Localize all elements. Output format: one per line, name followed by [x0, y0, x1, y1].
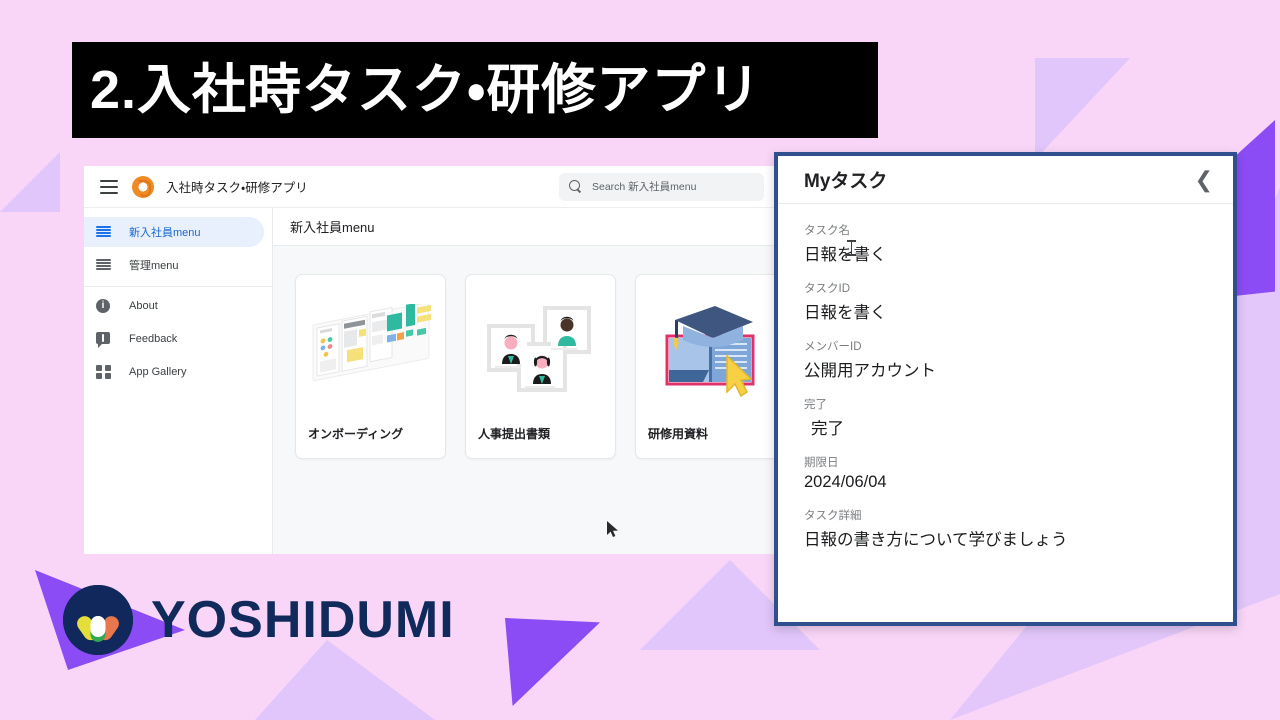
task-field-member-id: メンバーID 公開用アカウント — [804, 338, 1207, 381]
app-logo-icon — [132, 175, 154, 198]
sidebar: 新入社員menu 管理menu i About Feedback App Gal… — [84, 208, 273, 554]
field-value[interactable]: 日報の書き方について学びましょう — [804, 526, 1207, 550]
background-triangle-purple-2 — [505, 618, 600, 706]
slide-title: 2.入社時タスク・研修アプリ — [90, 60, 762, 120]
list-lines-icon — [96, 225, 111, 240]
my-task-panel: Myタスク ❮ タスク名 日報を書く タスクID 日報を書く メンバーID 公開… — [774, 152, 1237, 626]
sidebar-item-label: 新入社員menu — [129, 227, 201, 239]
brand-logo: YOSHIDUMI — [63, 585, 455, 655]
field-value[interactable]: 2024/06/04 — [804, 473, 1207, 492]
field-value[interactable]: 完了 — [804, 415, 1207, 439]
sidebar-item-kanri-menu[interactable]: 管理menu — [84, 250, 264, 280]
info-icon: i — [96, 298, 111, 314]
id-photos-illustration — [466, 275, 615, 425]
app-card-label: オンボーディング — [308, 427, 404, 441]
brand-name: YOSHIDUMI — [151, 591, 455, 649]
task-field-complete: 完了 完了 — [804, 396, 1207, 439]
app-body: 新入社員menu 管理menu i About Feedback App Gal… — [84, 208, 774, 554]
field-label: タスク詳細 — [804, 510, 862, 522]
sidebar-item-shinnyuushain-menu[interactable]: 新入社員menu — [84, 217, 264, 247]
app-card-label: 研修用資料 — [648, 427, 709, 441]
sidebar-item-label: App Gallery — [129, 366, 187, 378]
list-lines-icon — [96, 258, 111, 273]
field-value[interactable]: 公開用アカウント — [804, 357, 1207, 381]
task-panel-title: Myタスク — [804, 171, 888, 192]
field-label: 期限日 — [804, 457, 839, 469]
sidebar-divider — [84, 286, 272, 287]
sidebar-item-feedback[interactable]: Feedback — [84, 324, 264, 354]
slide-canvas: 2.入社時タスク・研修アプリ 入社時タスク・研修アプリ Search 新入社員m… — [0, 0, 1280, 720]
sidebar-item-label: Feedback — [129, 333, 178, 345]
search-placeholder: Search 新入社員menu — [592, 181, 697, 193]
feedback-icon — [96, 331, 111, 348]
slide-title-banner: 2.入社時タスク・研修アプリ — [72, 42, 878, 138]
sidebar-item-label: 管理menu — [129, 260, 179, 272]
mouse-pointer-icon — [606, 520, 620, 538]
sidebar-item-label: About — [129, 300, 158, 312]
app-title: 入社時タスク・研修アプリ — [166, 181, 308, 195]
search-input[interactable]: Search 新入社員menu — [559, 172, 764, 201]
task-panel-header: Myタスク ❮ — [778, 156, 1233, 204]
sidebar-item-about[interactable]: i About — [84, 291, 264, 321]
background-triangle-lavender-2 — [0, 152, 60, 212]
task-field-name: タスク名 日報を書く — [804, 222, 1207, 265]
app-card-onboarding[interactable]: オンボーディング — [295, 274, 446, 459]
hamburger-icon[interactable] — [100, 179, 118, 194]
grid-icon — [96, 364, 111, 380]
app-window: 入社時タスク・研修アプリ Search 新入社員menu 新入社員menu 管理… — [84, 166, 774, 554]
text-caret-icon — [847, 240, 856, 256]
field-value[interactable]: 日報を書く — [804, 241, 1207, 265]
main-header: 新入社員menu — [273, 208, 774, 246]
chevron-left-icon[interactable]: ❮ — [1195, 168, 1213, 191]
yoshidumi-logo-mark — [63, 585, 133, 655]
field-label: 完了 — [804, 399, 827, 411]
search-icon — [569, 180, 582, 193]
task-fields: タスク名 日報を書く タスクID 日報を書く メンバーID 公開用アカウント 完… — [778, 204, 1233, 565]
graduation-book-illustration — [636, 275, 774, 425]
card-row: オンボーディング 人事提出書類 研修用資料 — [273, 246, 774, 459]
page-title: 新入社員menu — [290, 220, 375, 235]
main-content: 新入社員menu オンボーディング 人事提出書類 研修用資料 — [273, 208, 774, 554]
field-label: タスク名 — [804, 225, 850, 237]
task-field-due-date: 期限日 2024/06/04 — [804, 454, 1207, 492]
field-value[interactable]: 日報を書く — [804, 299, 1207, 323]
field-label: メンバーID — [804, 341, 862, 353]
field-label: タスクID — [804, 283, 850, 295]
app-card-jinji-shorui[interactable]: 人事提出書類 — [465, 274, 616, 459]
kanban-board-illustration — [296, 275, 445, 425]
task-field-id: タスクID 日報を書く — [804, 280, 1207, 323]
app-header: 入社時タスク・研修アプリ Search 新入社員menu — [84, 166, 774, 208]
task-field-detail: タスク詳細 日報の書き方について学びましょう — [804, 507, 1207, 550]
background-triangle-lavender-1 — [1035, 58, 1130, 160]
app-card-label: 人事提出書類 — [478, 427, 551, 441]
app-card-kenshu-shiryo[interactable]: 研修用資料 — [635, 274, 774, 459]
sidebar-item-app-gallery[interactable]: App Gallery — [84, 357, 264, 387]
